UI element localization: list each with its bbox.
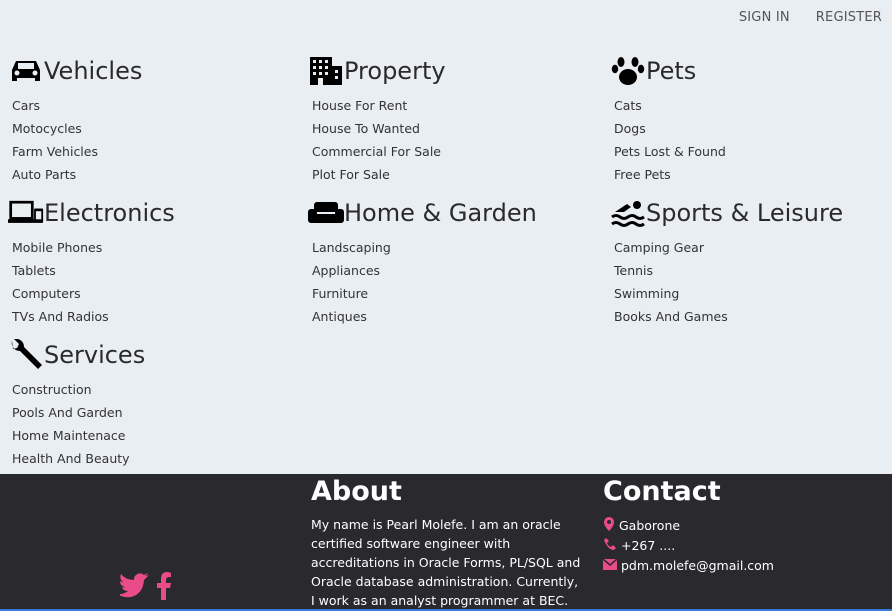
social-links — [117, 572, 172, 604]
couch-icon — [308, 197, 344, 229]
about-section: About My name is Pearl Molefe. I am an o… — [311, 476, 581, 609]
category-sports-leisure: Sports & Leisure Camping Gear Tennis Swi… — [610, 196, 892, 328]
register-link[interactable]: REGISTER — [816, 10, 882, 25]
list-item[interactable]: Tablets — [12, 259, 308, 282]
category-title[interactable]: Pets — [646, 57, 696, 85]
envelope-icon — [602, 557, 621, 573]
map-marker-icon — [603, 516, 619, 534]
list-item[interactable]: Plot For Sale — [312, 163, 608, 186]
list-item[interactable]: Dogs — [614, 117, 892, 140]
sign-in-link[interactable]: SIGN IN — [739, 10, 790, 25]
category-title[interactable]: Property — [344, 57, 446, 85]
phone-icon — [603, 537, 621, 554]
list-item[interactable]: House For Rent — [312, 94, 608, 117]
category-electronics: Electronics Mobile Phones Tablets Comput… — [8, 196, 308, 328]
list-item[interactable]: Auto Parts — [12, 163, 308, 186]
list-item[interactable]: Appliances — [312, 259, 608, 282]
category-title[interactable]: Vehicles — [44, 57, 142, 85]
list-item[interactable]: Furniture — [312, 282, 608, 305]
list-item[interactable]: Tennis — [614, 259, 892, 282]
list-item[interactable]: Camping Gear — [614, 236, 892, 259]
list-item[interactable]: Health And Beauty — [12, 447, 308, 470]
footer: About My name is Pearl Molefe. I am an o… — [0, 474, 892, 611]
list-item[interactable]: Swimming — [614, 282, 892, 305]
list-item[interactable]: House To Wanted — [312, 117, 608, 140]
contact-title: Contact — [603, 476, 721, 507]
category-title[interactable]: Home & Garden — [344, 199, 537, 227]
category-property: Property House For Rent House To Wanted … — [308, 54, 608, 186]
category-title[interactable]: Services — [44, 341, 145, 369]
list-item[interactable]: Computers — [12, 282, 308, 305]
list-item[interactable]: Commercial For Sale — [312, 140, 608, 163]
building-icon — [308, 55, 344, 87]
category-pets: Pets Cats Dogs Pets Lost & Found Free Pe… — [610, 54, 892, 186]
category-vehicles: Vehicles Cars Motocycles Farm Vehicles A… — [8, 54, 308, 186]
list-item[interactable]: TVs And Radios — [12, 305, 308, 328]
contact-section: Contact Gaborone +267 .... pdm.molefe@gm… — [602, 476, 863, 575]
twitter-icon[interactable] — [117, 572, 150, 604]
list-item[interactable]: Cats — [614, 94, 892, 117]
list-item[interactable]: Books And Games — [614, 305, 892, 328]
contact-phone: +267 .... — [603, 535, 863, 555]
list-item[interactable]: Mobile Phones — [12, 236, 308, 259]
list-item[interactable]: Home Maintenace — [12, 424, 308, 447]
contact-location: Gaborone — [603, 515, 863, 535]
list-item[interactable]: Pets Lost & Found — [614, 140, 892, 163]
category-title[interactable]: Sports & Leisure — [646, 199, 843, 227]
facebook-icon[interactable] — [156, 572, 172, 604]
list-item[interactable]: Antiques — [312, 305, 608, 328]
car-icon — [8, 55, 44, 87]
email-text[interactable]: pdm.molefe@gmail.com — [621, 558, 774, 573]
swimmer-icon — [610, 197, 646, 229]
list-item[interactable]: Construction — [12, 378, 308, 401]
category-home-garden: Home & Garden Landscaping Appliances Fur… — [308, 196, 608, 328]
about-text: My name is Pearl Molefe. I am an oracle … — [311, 517, 581, 608]
paw-icon — [610, 55, 646, 87]
wrench-icon — [8, 339, 44, 371]
list-item[interactable]: Pools And Garden — [12, 401, 308, 424]
devices-icon — [8, 197, 44, 229]
top-nav: SIGN IN REGISTER — [739, 10, 882, 25]
list-item[interactable]: Free Pets — [614, 163, 892, 186]
about-title: About — [311, 476, 402, 507]
list-item[interactable]: Landscaping — [312, 236, 608, 259]
category-services: Services Construction Pools And Garden H… — [8, 338, 308, 470]
phone-text: +267 .... — [621, 537, 676, 553]
contact-email: pdm.molefe@gmail.com — [602, 555, 863, 575]
category-title[interactable]: Electronics — [44, 199, 175, 227]
list-item[interactable]: Motocycles — [12, 117, 308, 140]
list-item[interactable]: Cars — [12, 94, 308, 117]
list-item[interactable]: Farm Vehicles — [12, 140, 308, 163]
location-text: Gaborone — [619, 517, 681, 533]
